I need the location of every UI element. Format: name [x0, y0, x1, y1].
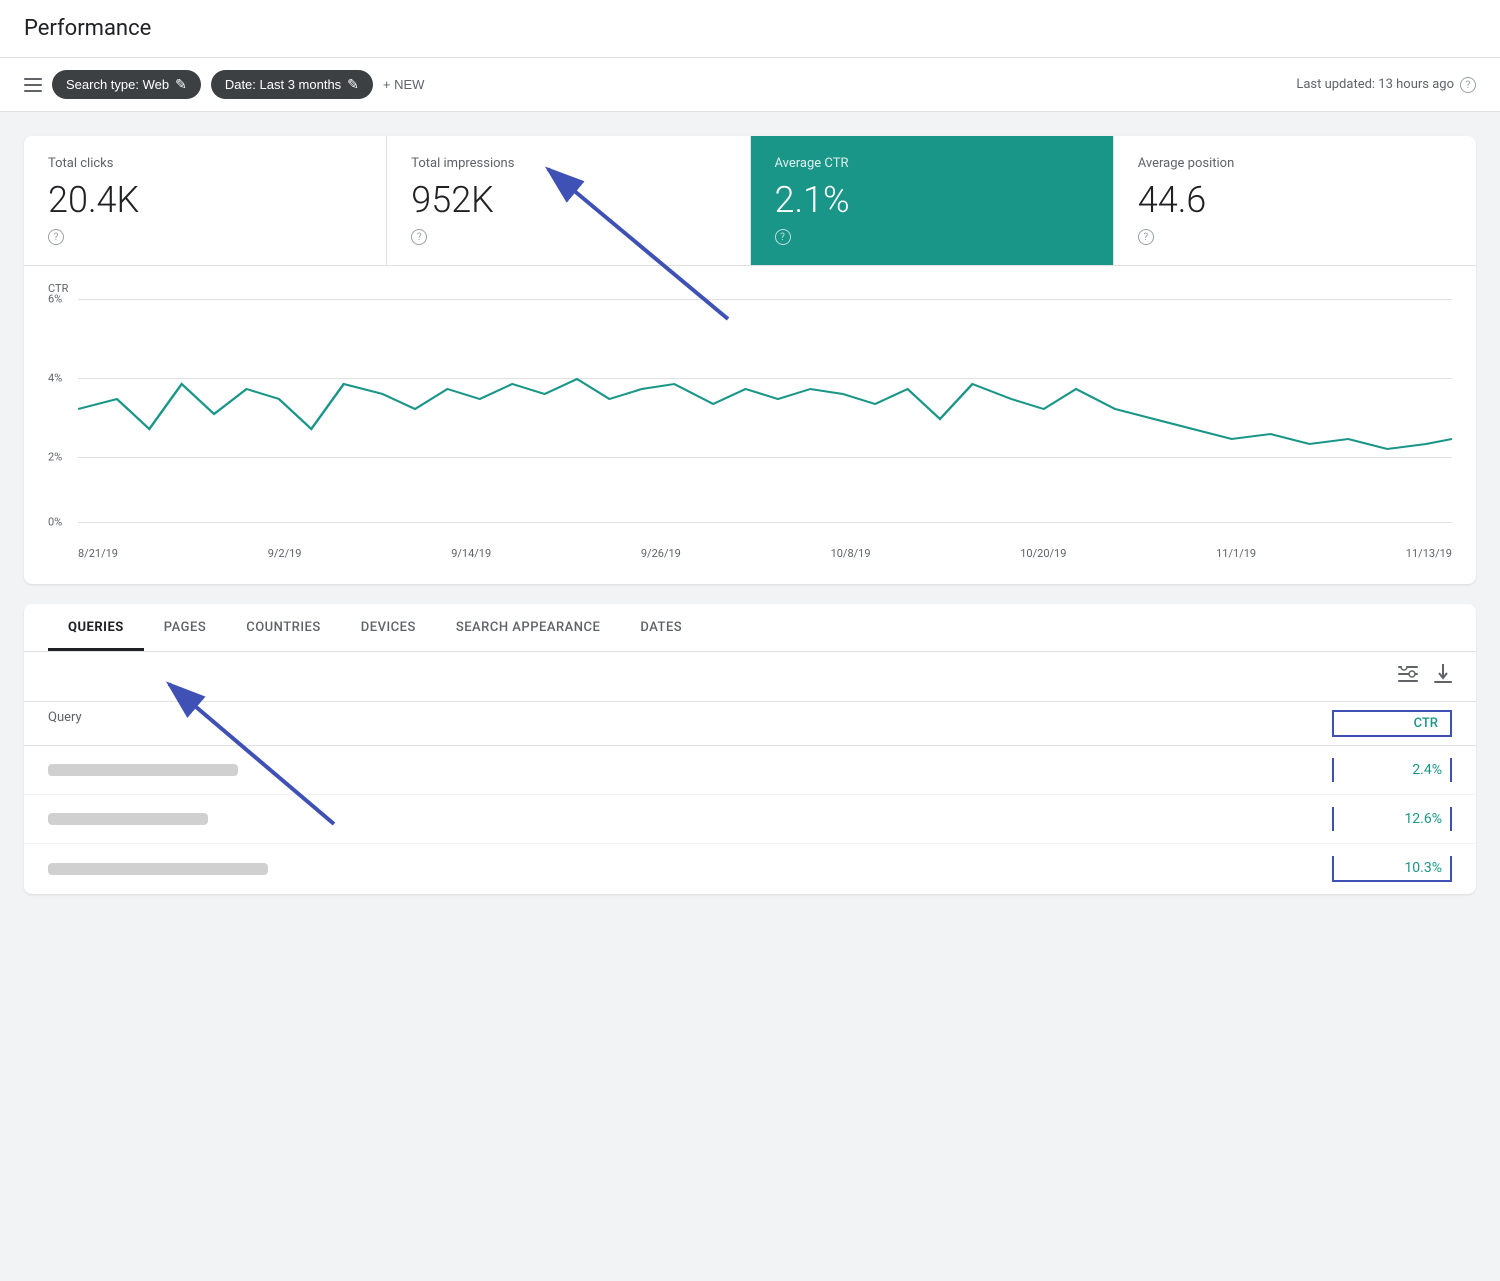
table-toolbar	[24, 652, 1476, 702]
x-label-7: 11/1/19	[1216, 547, 1256, 560]
metric-card-position[interactable]: Average position 44.6 ?	[1114, 136, 1476, 265]
x-label-2: 9/2/19	[268, 547, 302, 560]
edit-icon-date: ✎	[347, 76, 359, 93]
ctr-line	[78, 379, 1452, 449]
metric-label-position: Average position	[1138, 156, 1452, 171]
metric-label-impressions: Total impressions	[411, 156, 725, 171]
toolbar: Search type: Web ✎ Date: Last 3 months ✎…	[0, 58, 1500, 112]
metric-value-clicks: 20.4K	[48, 179, 362, 221]
x-label-3: 9/14/19	[451, 547, 491, 560]
query-cell-1	[48, 764, 1332, 776]
filter-table-btn[interactable]	[1398, 666, 1418, 687]
query-blur-3	[48, 863, 268, 875]
performance-card: Total clicks 20.4K ? Total impressions 9…	[24, 136, 1476, 584]
x-label-6: 10/20/19	[1020, 547, 1066, 560]
table-row: 2.4%	[24, 746, 1476, 795]
date-chip[interactable]: Date: Last 3 months ✎	[211, 70, 373, 99]
help-icon[interactable]: ?	[1460, 77, 1476, 93]
last-updated-label: Last updated: 13 hours ago ?	[1296, 77, 1476, 93]
table-tabs: QUERIES PAGES COUNTRIES DEVICES SEARCH A…	[24, 604, 1476, 652]
y-tick-6: 6%	[48, 293, 62, 306]
new-button[interactable]: + NEW	[383, 77, 425, 92]
help-clicks[interactable]: ?	[48, 229, 64, 245]
query-blur-2	[48, 813, 208, 825]
query-cell-2	[48, 813, 1332, 825]
chart-area: CTR 6% 4% 2% 0%	[24, 266, 1476, 584]
edit-icon: ✎	[175, 76, 187, 93]
y-tick-0: 0%	[48, 516, 62, 529]
tab-devices[interactable]: DEVICES	[341, 604, 436, 651]
main-content: Total clicks 20.4K ? Total impressions 9…	[0, 112, 1500, 918]
ctr-cell-3: 10.3%	[1332, 856, 1452, 882]
download-icon	[1434, 664, 1452, 684]
search-type-chip[interactable]: Search type: Web ✎	[52, 70, 201, 99]
chart-x-labels: 8/21/19 9/2/19 9/14/19 9/26/19 10/8/19 1…	[48, 547, 1452, 560]
filter-button[interactable]	[24, 78, 42, 92]
x-label-5: 10/8/19	[831, 547, 871, 560]
y-tick-4: 4%	[48, 372, 62, 385]
col-header-query: Query	[48, 710, 1332, 737]
help-position[interactable]: ?	[1138, 229, 1154, 245]
x-label-8: 11/13/19	[1406, 547, 1452, 560]
help-impressions[interactable]: ?	[411, 229, 427, 245]
chart-wrapper: 6% 4% 2% 0%	[48, 299, 1452, 539]
metrics-row: Total clicks 20.4K ? Total impressions 9…	[24, 136, 1476, 266]
metric-card-impressions[interactable]: Total impressions 952K ?	[387, 136, 750, 265]
ctr-cell-2: 12.6%	[1332, 807, 1452, 831]
chart-y-label: CTR	[48, 282, 1452, 295]
filter-icon	[24, 78, 42, 92]
metric-label-ctr: Average CTR	[775, 156, 1089, 171]
col-header-ctr[interactable]: CTR	[1332, 710, 1452, 737]
tab-countries[interactable]: COUNTRIES	[226, 604, 341, 651]
query-cell-3	[48, 863, 1332, 875]
x-label-1: 8/21/19	[78, 547, 118, 560]
tab-dates[interactable]: DATES	[620, 604, 702, 651]
grid-line-0	[78, 522, 1452, 523]
tab-search-appearance[interactable]: SEARCH APPEARANCE	[436, 604, 621, 651]
metric-value-position: 44.6	[1138, 179, 1452, 221]
table-card: QUERIES PAGES COUNTRIES DEVICES SEARCH A…	[24, 604, 1476, 894]
metric-card-clicks[interactable]: Total clicks 20.4K ?	[24, 136, 387, 265]
filter-table-icon	[1398, 666, 1418, 682]
download-btn[interactable]	[1434, 664, 1452, 689]
chart-svg	[78, 299, 1452, 519]
metric-card-ctr[interactable]: Average CTR 2.1% ?	[751, 136, 1114, 265]
y-tick-2: 2%	[48, 451, 62, 464]
table-row: 12.6%	[24, 795, 1476, 844]
query-blur-1	[48, 764, 238, 776]
page-title: Performance	[24, 16, 1476, 41]
top-bar: Performance	[0, 0, 1500, 58]
table-header: Query CTR	[24, 702, 1476, 746]
metric-value-ctr: 2.1%	[775, 179, 1089, 221]
metric-label-clicks: Total clicks	[48, 156, 362, 171]
ctr-cell-1: 2.4%	[1332, 758, 1452, 782]
table-row: 10.3%	[24, 844, 1476, 894]
tab-queries[interactable]: QUERIES	[48, 604, 144, 651]
x-label-4: 9/26/19	[641, 547, 681, 560]
help-ctr[interactable]: ?	[775, 229, 791, 245]
tab-pages[interactable]: PAGES	[144, 604, 226, 651]
metric-value-impressions: 952K	[411, 179, 725, 221]
